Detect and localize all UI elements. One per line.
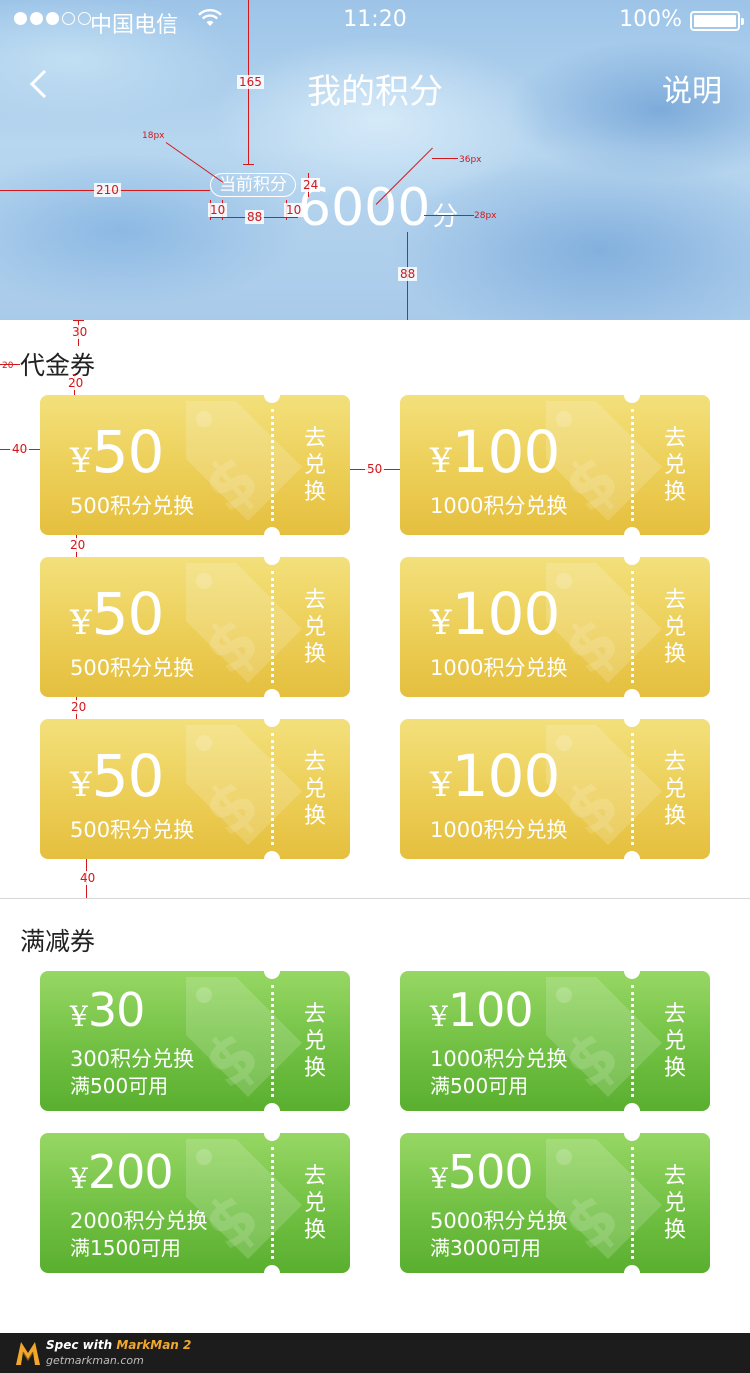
spec-label: 50 <box>365 462 385 476</box>
dollar-tag-icon: $ <box>546 1139 662 1266</box>
spec-label: 40 <box>10 442 30 456</box>
spec-line <box>165 142 224 184</box>
coupon-condition: 满500可用 <box>430 1074 529 1098</box>
section-title-discount: 满减券 <box>20 927 96 956</box>
coupon-amount: ¥100 <box>430 742 560 810</box>
redeem-button[interactable]: 去兑换 <box>302 719 328 859</box>
spec-label: 20 <box>68 538 88 552</box>
redeem-button[interactable]: 去兑换 <box>662 719 688 859</box>
dollar-tag-icon: $ <box>186 977 302 1104</box>
spec-label: 210 <box>94 183 121 197</box>
coupon-amount: ¥50 <box>70 418 164 486</box>
redeem-button[interactable]: 去兑换 <box>662 1133 688 1273</box>
redeem-button[interactable]: 去兑换 <box>302 971 328 1111</box>
coupon-card[interactable]: $ ¥100 1000积分兑换 去兑换 <box>400 557 710 697</box>
coupon-cost: 2000积分兑换 <box>70 1209 208 1233</box>
current-points-label: 当前积分 <box>210 173 296 197</box>
spec-label: 88 <box>398 267 418 281</box>
coupon-amount: ¥100 <box>430 418 560 486</box>
coupon-card[interactable]: $ ¥50 500积分兑换 去兑换 <box>40 557 350 697</box>
help-button[interactable]: 说明 <box>662 66 722 110</box>
coupon-card[interactable]: $ ¥30 300积分兑换 满500可用 去兑换 <box>40 971 350 1111</box>
dollar-tag-icon: $ <box>186 725 302 852</box>
points-unit: 分 <box>432 202 459 232</box>
redeem-button[interactable]: 去兑换 <box>662 395 688 535</box>
redeem-button[interactable]: 去兑换 <box>302 557 328 697</box>
markman-footer: Spec with MarkMan 2 getmarkman.com <box>0 1333 750 1373</box>
coupon-cost: 500积分兑换 <box>70 656 195 680</box>
coupon-amount: ¥30 <box>70 983 145 1037</box>
coupon-cost: 500积分兑换 <box>70 494 195 518</box>
coupon-card[interactable]: $ ¥100 1000积分兑换 去兑换 <box>400 719 710 859</box>
current-points: 6000分 <box>298 178 458 238</box>
redeem-button[interactable]: 去兑换 <box>302 395 328 535</box>
coupon-amount: ¥100 <box>430 983 534 1037</box>
coupon-card[interactable]: $ ¥200 2000积分兑换 满1500可用 去兑换 <box>40 1133 350 1273</box>
markman-credit: Spec with MarkMan 2 <box>46 1338 192 1352</box>
spec-label: 20 <box>2 361 14 371</box>
spec-label: 20 <box>69 700 89 714</box>
coupon-card[interactable]: $ ¥50 500积分兑换 去兑换 <box>40 719 350 859</box>
coupon-card[interactable]: $ ¥100 1000积分兑换 满500可用 去兑换 <box>400 971 710 1111</box>
battery-icon <box>690 11 744 31</box>
spec-label: 28px <box>474 211 497 221</box>
spec-line <box>432 158 458 159</box>
spec-label: 165 <box>237 75 264 89</box>
markman-url: getmarkman.com <box>46 1354 144 1367</box>
spec-line <box>243 164 254 165</box>
coupon-cost: 1000积分兑换 <box>430 818 568 842</box>
spec-label: 18px <box>142 131 165 141</box>
coupon-card[interactable]: $ ¥100 1000积分兑换 去兑换 <box>400 395 710 535</box>
page-title: 我的积分 <box>307 72 443 112</box>
spec-line <box>73 320 84 321</box>
coupon-card[interactable]: $ ¥500 5000积分兑换 满3000可用 去兑换 <box>400 1133 710 1273</box>
redeem-button[interactable]: 去兑换 <box>302 1133 328 1273</box>
coupon-amount: ¥50 <box>70 580 164 648</box>
coupon-condition: 满3000可用 <box>430 1236 541 1260</box>
spec-label: 10 <box>284 203 304 217</box>
coupon-cost: 500积分兑换 <box>70 818 195 842</box>
spec-label: 24 <box>301 178 321 192</box>
coupon-amount: ¥500 <box>430 1145 534 1199</box>
dollar-tag-icon: $ <box>186 401 302 528</box>
coupon-amount: ¥200 <box>70 1145 174 1199</box>
points-header: 中国电信 11:20 100% 我的积分 说明 当前积分 6000分 165 1… <box>0 0 750 320</box>
dollar-tag-icon: $ <box>186 563 302 690</box>
spec-label: 10 <box>208 203 228 217</box>
spec-label: 36px <box>459 155 482 165</box>
coupon-amount: ¥50 <box>70 742 164 810</box>
dollar-tag-icon: $ <box>546 977 662 1104</box>
coupon-cost: 300积分兑换 <box>70 1047 195 1071</box>
dollar-tag-icon: $ <box>186 1139 302 1266</box>
redeem-button[interactable]: 去兑换 <box>662 557 688 697</box>
redeem-button[interactable]: 去兑换 <box>662 971 688 1111</box>
coupon-condition: 满500可用 <box>70 1074 169 1098</box>
status-bar: 中国电信 11:20 100% <box>0 0 750 40</box>
coupon-cost: 1000积分兑换 <box>430 656 568 680</box>
coupon-amount: ¥100 <box>430 580 560 648</box>
coupon-card[interactable]: $ ¥50 500积分兑换 去兑换 <box>40 395 350 535</box>
section-divider <box>0 898 750 899</box>
coupon-cost: 5000积分兑换 <box>430 1209 568 1233</box>
spec-label: 88 <box>245 210 265 224</box>
battery-percent: 100% <box>619 7 682 32</box>
spec-label: 40 <box>78 871 98 885</box>
spec-line <box>424 215 474 216</box>
coupon-condition: 满1500可用 <box>70 1236 181 1260</box>
coupon-cost: 1000积分兑换 <box>430 494 568 518</box>
spec-label: 20 <box>66 376 86 390</box>
coupon-cost: 1000积分兑换 <box>430 1047 568 1071</box>
markman-logo-icon <box>16 1342 40 1365</box>
spec-label: 30 <box>70 325 90 339</box>
